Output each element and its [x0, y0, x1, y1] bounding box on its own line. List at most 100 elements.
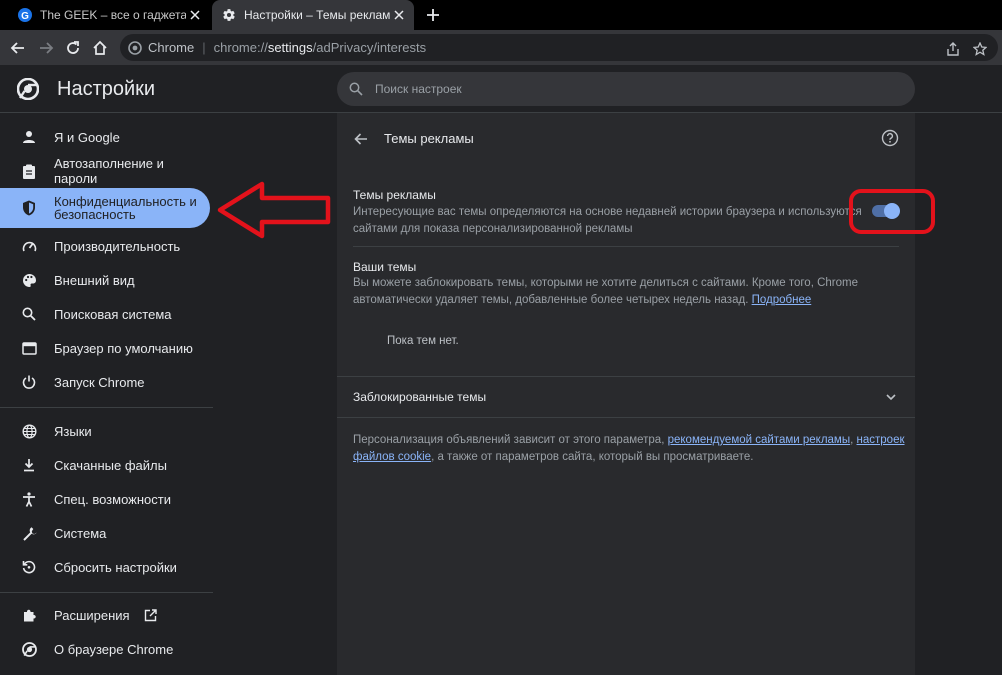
annotation-highlight-box: [849, 189, 935, 234]
sidebar-item-privacy[interactable]: Конфиденциальность и безопасность: [0, 188, 210, 228]
description-line: Вы можете заблокировать темы, которыми н…: [353, 277, 858, 289]
sidebar-item-label: Браузер по умолчанию: [54, 340, 193, 356]
sidebar-item-performance[interactable]: Производительность: [0, 229, 210, 263]
new-tab-button[interactable]: [423, 5, 443, 25]
sidebar-item-reset[interactable]: Сбросить настройки: [0, 550, 210, 584]
puzzle-icon: [20, 606, 38, 624]
tab-title: The GEEK – все о гаджетах, техн: [40, 8, 186, 22]
sidebar-item-system[interactable]: Система: [0, 516, 210, 550]
footer-note: Персонализация объявлений зависит от это…: [353, 432, 905, 466]
clipboard-icon: [20, 162, 38, 180]
close-tab-icon[interactable]: [390, 6, 408, 24]
cookie-settings-link-b[interactable]: файлов cookie: [353, 451, 431, 463]
sidebar-item-you-and-google[interactable]: Я и Google: [0, 120, 210, 154]
sidebar-item-label: Сбросить настройки: [54, 559, 177, 575]
sidebar-item-label: Запуск Chrome: [54, 374, 145, 390]
blocked-topics-title: Заблокированные темы: [353, 390, 487, 404]
globe-icon: [20, 422, 38, 440]
blocked-topics-row[interactable]: Заблокированные темы: [337, 377, 915, 417]
arrow-left-icon: [10, 42, 24, 54]
sidebar-item-label: Внешний вид: [54, 272, 135, 288]
your-topics-title: Ваши темы: [353, 260, 417, 274]
chevron-down-icon: [883, 389, 899, 405]
sidebar-item-default-browser[interactable]: Браузер по умолчанию: [0, 331, 210, 365]
forward-button[interactable]: [36, 38, 56, 58]
section-divider: [337, 417, 915, 418]
browser-toolbar: Chrome | chrome://settings/adPrivacy/int…: [0, 30, 1002, 65]
sidebar-divider: [0, 592, 213, 593]
home-icon: [93, 40, 107, 55]
settings-sidebar: Я и Google Автозаполнение и пароли Конфи…: [0, 113, 213, 675]
reset-icon: [20, 558, 38, 576]
geek-favicon: G: [18, 8, 32, 22]
power-icon: [20, 373, 38, 391]
url-host: settings: [267, 40, 313, 55]
sidebar-item-languages[interactable]: Языки: [0, 414, 210, 448]
sidebar-item-label: О браузере Chrome: [54, 641, 174, 657]
settings-content-panel: Темы рекламы Темы рекламы Интересующие в…: [337, 113, 915, 675]
sidebar-item-on-startup[interactable]: Запуск Chrome: [0, 365, 210, 399]
download-icon: [20, 456, 38, 474]
palette-icon: [20, 271, 38, 289]
sidebar-item-label: Конфиденциальность и безопасность: [54, 194, 197, 222]
reload-button[interactable]: [63, 38, 83, 58]
bookmark-star-icon[interactable]: [972, 41, 988, 57]
sidebar-item-appearance[interactable]: Внешний вид: [0, 263, 210, 297]
cookie-settings-link-a[interactable]: настроек: [857, 434, 905, 446]
close-tab-icon[interactable]: [186, 6, 204, 24]
search-icon: [349, 82, 363, 96]
sidebar-item-label: Система: [54, 525, 107, 541]
external-link-icon: [144, 608, 157, 622]
address-bar[interactable]: Chrome | chrome://settings/adPrivacy/int…: [120, 34, 998, 61]
share-icon[interactable]: [945, 41, 961, 57]
arrow-left-icon: [354, 133, 367, 145]
help-icon[interactable]: [881, 129, 899, 147]
section-divider: [353, 246, 899, 247]
annotation-arrow-icon: [217, 181, 331, 239]
home-button[interactable]: [90, 38, 110, 58]
back-arrow-button[interactable]: [351, 129, 371, 149]
sidebar-item-accessibility[interactable]: Спец. возможности: [0, 482, 210, 516]
search-input[interactable]: [375, 82, 875, 96]
footer-text: Персонализация объявлений зависит от это…: [353, 434, 665, 446]
accessibility-icon: [20, 490, 38, 508]
site-chip: Chrome: [148, 40, 195, 55]
sidebar-item-about-chrome[interactable]: О браузере Chrome: [0, 632, 210, 666]
ad-topics-description: Интересующие вас темы определяются на ос…: [353, 204, 862, 238]
subpage-title: Темы рекламы: [384, 131, 474, 146]
plus-icon: [427, 9, 439, 21]
ad-topics-title: Темы рекламы: [353, 188, 436, 202]
settings-header: Настройки: [0, 65, 1002, 113]
tab-the-geek[interactable]: G The GEEK – все о гаджетах, техн: [8, 0, 210, 30]
sidebar-item-label: Автозаполнение и пароли: [54, 156, 164, 186]
your-topics-description: Вы можете заблокировать темы, которыми н…: [353, 275, 858, 309]
url-path: /adPrivacy/interests: [312, 40, 427, 55]
omnibox-separator: |: [202, 40, 206, 55]
learn-more-link[interactable]: Подробнее: [752, 294, 812, 306]
sidebar-item-label: Спец. возможности: [54, 491, 171, 507]
page-title: Настройки: [57, 78, 156, 100]
tab-settings[interactable]: Настройки – Темы рекламы: [212, 0, 414, 30]
footer-comma: ,: [850, 434, 854, 446]
tab-title: Настройки – Темы рекламы: [244, 8, 390, 22]
back-button[interactable]: [8, 38, 28, 58]
sidebar-item-extensions[interactable]: Расширения: [0, 598, 210, 632]
wrench-icon: [20, 524, 38, 542]
sidebar-item-autofill[interactable]: Автозаполнение и пароли: [0, 154, 210, 188]
tab-strip: G The GEEK – все о гаджетах, техн Настро…: [0, 0, 1002, 30]
description-line: сайтами для показа персонализированной р…: [353, 223, 633, 235]
description-text: автоматически удаляет темы, добавленные …: [353, 294, 749, 306]
chrome-logo-icon: [16, 77, 40, 101]
sidebar-item-search-engine[interactable]: Поисковая система: [0, 297, 210, 331]
description-line: Интересующие вас темы определяются на ос…: [353, 206, 862, 218]
sidebar-item-label: Скачанные файлы: [54, 457, 167, 473]
recommended-ads-link[interactable]: рекомендуемой сайтами рекламы: [668, 434, 851, 446]
svg-text:G: G: [21, 11, 29, 22]
search-icon: [20, 305, 38, 323]
sidebar-item-label: Расширения: [54, 607, 130, 623]
sidebar-item-label: Языки: [54, 423, 92, 439]
sidebar-item-downloads[interactable]: Скачанные файлы: [0, 448, 210, 482]
footer-line: Персонализация объявлений зависит от это…: [353, 432, 905, 449]
gauge-icon: [20, 237, 38, 255]
settings-search[interactable]: [337, 72, 915, 106]
